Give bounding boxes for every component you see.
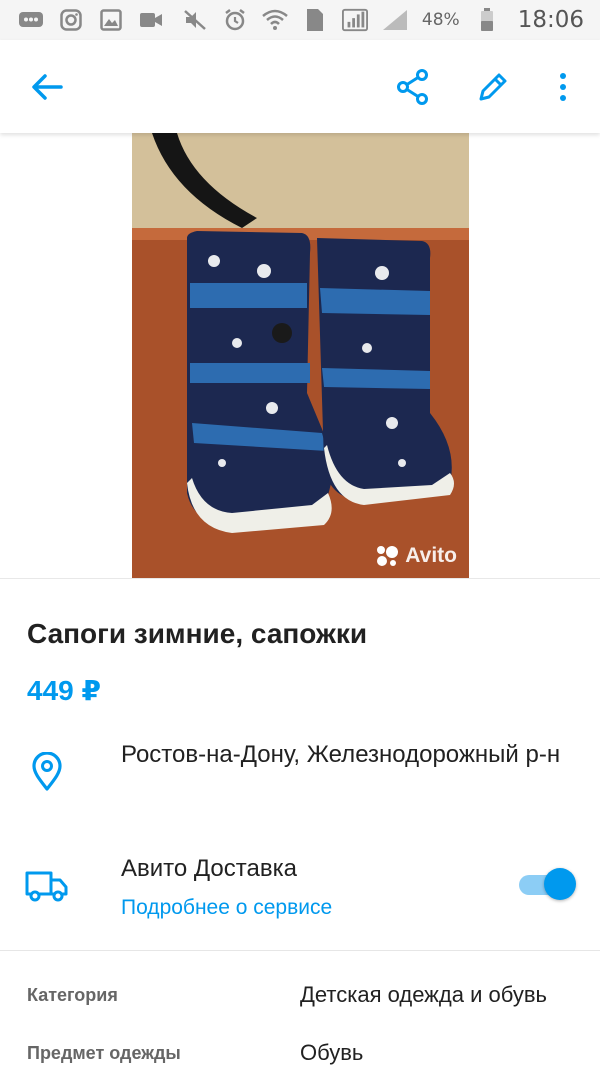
status-bar-left: [18, 9, 164, 31]
divider: [0, 950, 600, 951]
mute-icon: [182, 9, 208, 31]
property-value-category: Детская одежда и обувь: [300, 982, 547, 1007]
messages-icon: [18, 9, 44, 31]
property-label-item: Предмет одежды: [27, 1043, 181, 1063]
share-icon: [397, 69, 428, 105]
pencil-icon: [479, 73, 507, 101]
arrow-left-icon: [32, 74, 63, 100]
more-vert-icon: [560, 73, 566, 101]
photo-gallery[interactable]: Avito: [0, 133, 600, 578]
delivery-truck-icon: [25, 868, 69, 904]
edit-button[interactable]: [470, 64, 516, 110]
sim-icon: [302, 9, 328, 31]
avito-logo-icon: [377, 546, 399, 566]
delivery-title: Авито Доставка: [121, 855, 297, 882]
toggle-thumb: [544, 868, 576, 900]
instagram-icon: [58, 9, 84, 31]
boots-photo-illustration: [132, 133, 469, 578]
divider: [0, 578, 600, 579]
status-bar-right: 48% 18:06: [182, 7, 584, 33]
listing-photo[interactable]: Avito: [132, 133, 469, 578]
gallery-icon: [98, 9, 124, 31]
delivery-toggle[interactable]: [519, 867, 576, 903]
property-value-item: Обувь: [300, 1040, 364, 1065]
watermark-text: Avito: [405, 544, 457, 567]
share-button[interactable]: [390, 64, 436, 110]
signal-icon: [341, 8, 368, 32]
listing-location[interactable]: Ростов-на-Дону, Железнодорожный р-н: [121, 736, 581, 773]
video-icon: [138, 9, 164, 31]
signal-bars-icon: [382, 9, 408, 31]
wifi-icon: [262, 9, 288, 31]
status-bar: 48% 18:06: [0, 0, 600, 40]
clock: 18:06: [517, 7, 584, 33]
more-options-button[interactable]: [540, 64, 586, 110]
battery-icon: [474, 8, 500, 31]
listing-price: 449 ₽: [27, 675, 101, 706]
location-pin-icon: [30, 751, 64, 792]
back-button[interactable]: [24, 64, 70, 110]
battery-percent: 48%: [421, 10, 460, 30]
app-toolbar: [0, 40, 600, 133]
alarm-icon: [222, 9, 248, 31]
delivery-details-link[interactable]: Подробнее о сервисе: [121, 896, 332, 920]
listing-title: Сапоги зимние, сапожки: [27, 618, 368, 649]
property-label-category: Категория: [27, 985, 118, 1005]
avito-watermark: Avito: [375, 544, 457, 568]
